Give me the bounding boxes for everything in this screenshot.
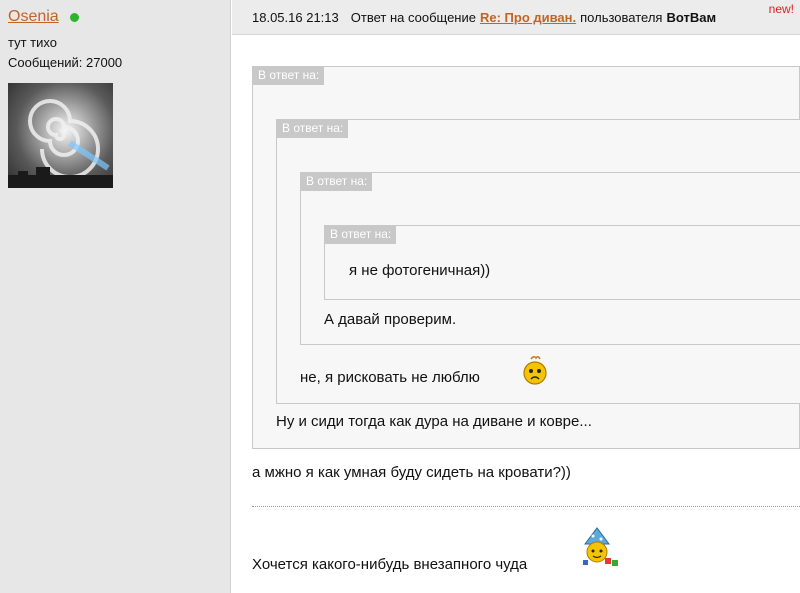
quote-label: В ответ на: [325, 226, 397, 244]
reply-author[interactable]: ВотВам [666, 10, 716, 25]
quote-label: В ответ на: [253, 67, 325, 85]
quote-text: я не фотогеничная)) [349, 262, 491, 279]
user-post-count: Сообщений: 27000 [8, 55, 123, 70]
signature-text: Хочется какого-нибудь внезапного чуда [252, 556, 528, 573]
username-link[interactable]: Osenia [8, 8, 59, 26]
user-status-text: тут тихо [8, 35, 57, 50]
quote-level-4: В ответ на: я не фотогеничная)) [324, 225, 800, 300]
reply-text: а мжно я как умная буду сидеть на кроват… [252, 464, 571, 481]
quote-level-1: В ответ на: В ответ на: В ответ на: В от… [252, 66, 800, 449]
post-header: 18.05.16 21:13 Ответ на сообщение Re: Пр… [232, 0, 800, 35]
quote-level-3: В ответ на: В ответ на: я не фотогенична… [300, 172, 800, 345]
signature-separator [252, 506, 800, 507]
quote-text: не, я рисковать не люблю [300, 369, 480, 386]
reply-prefix: Ответ на сообщение [350, 9, 476, 25]
by-label: пользователя [580, 9, 663, 25]
avatar[interactable] [8, 83, 113, 188]
online-status-icon [69, 12, 79, 22]
user-sidebar: Osenia тут тихо Сообщений: 27000 [0, 0, 231, 593]
post-content: В ответ на: В ответ на: В ответ на: В от… [232, 36, 800, 593]
new-badge: new! [768, 2, 794, 16]
username-row: Osenia [8, 6, 230, 28]
quote-text: Ну и сиди тогда как дура на диване и ков… [276, 413, 592, 430]
wizard-smiley-icon [575, 526, 621, 573]
sad-smiley-icon [522, 355, 548, 392]
topic-link[interactable]: Re: Про диван. [480, 10, 576, 25]
quote-label: В ответ на: [301, 173, 373, 191]
quote-level-2: В ответ на: В ответ на: В ответ на: я не… [276, 119, 800, 404]
quote-text: А давай проверим. [324, 311, 457, 328]
quote-label: В ответ на: [277, 120, 349, 138]
post-date: 18.05.16 21:13 [252, 9, 339, 25]
